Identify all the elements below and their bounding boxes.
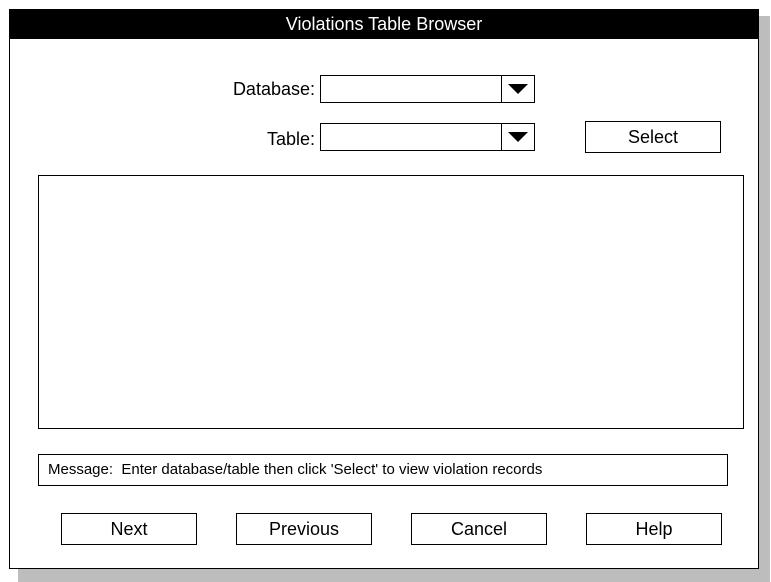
violation-records-list[interactable] bbox=[38, 175, 744, 429]
help-button[interactable]: Help bbox=[586, 513, 722, 545]
previous-button[interactable]: Previous bbox=[236, 513, 372, 545]
window-title: Violations Table Browser bbox=[10, 10, 758, 39]
message-bar: Message: Enter database/table then click… bbox=[38, 454, 728, 486]
next-button[interactable]: Next bbox=[61, 513, 197, 545]
database-label: Database: bbox=[232, 79, 315, 99]
message-text: Enter database/table then click 'Select'… bbox=[121, 461, 543, 478]
table-dropdown-button[interactable] bbox=[501, 124, 534, 150]
table-dropdown[interactable] bbox=[320, 123, 535, 151]
database-dropdown-button[interactable] bbox=[501, 76, 534, 102]
message-label: Message: bbox=[48, 461, 114, 478]
database-dropdown[interactable] bbox=[320, 75, 535, 103]
violations-browser-window: Violations Table Browser Database: Table… bbox=[9, 9, 759, 569]
cancel-button[interactable]: Cancel bbox=[411, 513, 547, 545]
select-button[interactable]: Select bbox=[585, 121, 721, 153]
chevron-down-icon bbox=[508, 132, 528, 142]
chevron-down-icon bbox=[508, 84, 528, 94]
table-label: Table: bbox=[266, 129, 315, 149]
